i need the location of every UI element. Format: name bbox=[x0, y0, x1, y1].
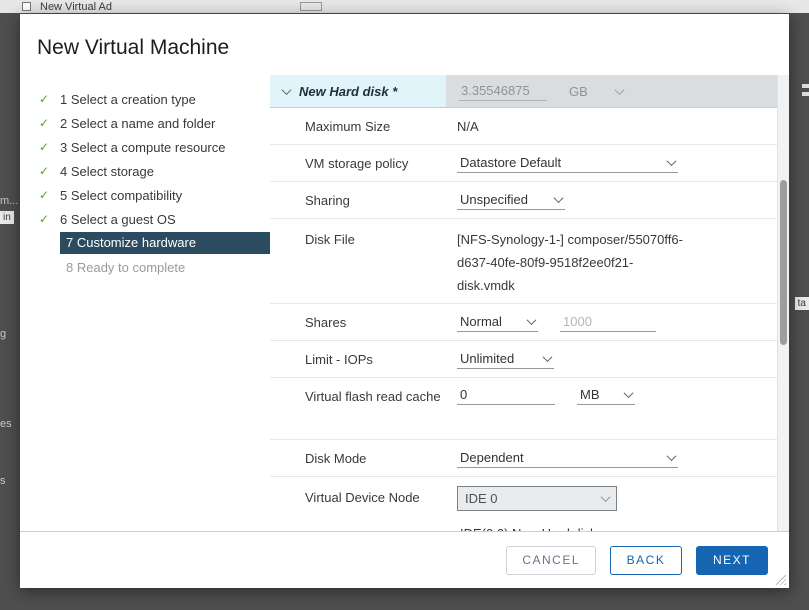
disk-file-value: [NFS-Synology-1-] composer/55070ff6-d637… bbox=[457, 228, 685, 297]
step-customize-hardware[interactable]: 7 Customize hardware bbox=[36, 231, 270, 255]
step-ready-to-complete[interactable]: 8 Ready to complete bbox=[36, 255, 270, 279]
field-label: Shares bbox=[270, 311, 457, 334]
vfrc-unit-select[interactable]: MB bbox=[577, 385, 635, 405]
checkbox-icon bbox=[22, 2, 31, 11]
chevron-down-icon bbox=[624, 388, 634, 398]
check-icon: ✓ bbox=[36, 140, 60, 154]
row-virtual-device-node: Virtual Device Node IDE 0 IDE(0:0) New H… bbox=[270, 477, 777, 531]
row-virtual-flash-read-cache: Virtual flash read cache MB bbox=[270, 378, 777, 440]
background-fragment: es bbox=[0, 418, 12, 430]
chevron-down-icon bbox=[527, 315, 537, 325]
select-value: MB bbox=[580, 387, 600, 402]
background-fragment: in bbox=[0, 211, 14, 224]
check-icon: ✓ bbox=[36, 164, 60, 178]
select-value: IDE(0:0) New Hard disk bbox=[460, 526, 597, 531]
field-label: Disk Mode bbox=[270, 447, 457, 470]
shares-select[interactable]: Normal bbox=[457, 312, 538, 332]
field-label: Maximum Size bbox=[270, 115, 457, 138]
step-label: 3 Select a compute resource bbox=[60, 140, 225, 155]
chevron-down-icon bbox=[667, 156, 677, 166]
hardware-form: New Hard disk * GB Maximum Size bbox=[270, 75, 789, 531]
select-value: Dependent bbox=[460, 450, 524, 465]
row-limit-iops: Limit - IOPs Unlimited bbox=[270, 341, 777, 378]
current-step-label: 7 Customize hardware bbox=[60, 232, 270, 254]
step-select-compatibility[interactable]: ✓ 5 Select compatibility bbox=[36, 183, 270, 207]
disk-size-unit-select: GB bbox=[567, 82, 625, 101]
step-label: 6 Select a guest OS bbox=[60, 212, 176, 227]
select-value: Unspecified bbox=[460, 192, 528, 207]
maximum-size-value: N/A bbox=[457, 119, 479, 134]
field-label: Disk File bbox=[270, 228, 457, 251]
background-fragment: g bbox=[0, 328, 6, 340]
disk-size-input bbox=[459, 81, 547, 101]
background-fragment: New Virtual Ad bbox=[40, 1, 112, 13]
check-icon: ✓ bbox=[36, 212, 60, 226]
row-vm-storage-policy: VM storage policy Datastore Default bbox=[270, 145, 777, 182]
background-fragment: m... bbox=[0, 195, 18, 207]
page-title: New Virtual Machine bbox=[20, 14, 789, 75]
vfrc-size-input[interactable] bbox=[457, 385, 555, 405]
select-value: Datastore Default bbox=[460, 155, 561, 170]
step-label: 4 Select storage bbox=[60, 164, 154, 179]
step-label: 1 Select a creation type bbox=[60, 92, 196, 107]
field-label: Virtual Device Node bbox=[270, 486, 457, 509]
row-sharing: Sharing Unspecified bbox=[270, 182, 777, 219]
screen: New Virtual Ad m... in g es s ta New Vir… bbox=[0, 0, 809, 610]
unit-value: GB bbox=[569, 84, 588, 99]
row-maximum-size: Maximum Size N/A bbox=[270, 108, 777, 145]
scrollbar-thumb[interactable] bbox=[780, 180, 787, 345]
step-label: 5 Select compatibility bbox=[60, 188, 182, 203]
step-select-name-folder[interactable]: ✓ 2 Select a name and folder bbox=[36, 111, 270, 135]
device-name: New Hard disk * bbox=[299, 84, 397, 99]
chevron-down-icon bbox=[543, 352, 553, 362]
chevron-down-icon bbox=[601, 492, 611, 502]
background-fragment-sliver bbox=[802, 84, 809, 88]
chevron-down-icon bbox=[282, 85, 292, 95]
field-label: Limit - IOPs bbox=[270, 348, 457, 371]
back-button[interactable]: BACK bbox=[610, 546, 682, 575]
field-label: Sharing bbox=[270, 189, 457, 212]
chevron-down-icon bbox=[667, 451, 677, 461]
check-icon: ✓ bbox=[36, 188, 60, 202]
chevron-down-icon bbox=[618, 527, 628, 531]
wizard-steps: ✓ 1 Select a creation type ✓ 2 Select a … bbox=[20, 75, 270, 531]
sharing-select[interactable]: Unspecified bbox=[457, 190, 565, 210]
row-disk-mode: Disk Mode Dependent bbox=[270, 440, 777, 477]
virtual-device-node-select: IDE 0 bbox=[457, 486, 617, 511]
background-fragment: ta bbox=[795, 297, 809, 310]
row-disk-file: Disk File [NFS-Synology-1-] composer/550… bbox=[270, 219, 777, 304]
select-value: IDE 0 bbox=[465, 491, 498, 506]
disk-mode-select[interactable]: Dependent bbox=[457, 448, 678, 468]
device-node-position-select[interactable]: IDE(0:0) New Hard disk bbox=[457, 524, 629, 531]
step-label: 2 Select a name and folder bbox=[60, 116, 215, 131]
field-label: VM storage policy bbox=[270, 152, 457, 175]
step-select-compute-resource[interactable]: ✓ 3 Select a compute resource bbox=[36, 135, 270, 159]
shares-value-input[interactable] bbox=[560, 312, 656, 332]
step-select-creation-type[interactable]: ✓ 1 Select a creation type bbox=[36, 87, 270, 111]
check-icon: ✓ bbox=[36, 92, 60, 106]
limit-iops-select[interactable]: Unlimited bbox=[457, 349, 554, 369]
select-value: Normal bbox=[460, 314, 502, 329]
dialog-footer: CANCEL BACK NEXT bbox=[20, 531, 789, 588]
cancel-button[interactable]: CANCEL bbox=[506, 546, 596, 575]
step-select-storage[interactable]: ✓ 4 Select storage bbox=[36, 159, 270, 183]
background-fragment-box bbox=[300, 2, 322, 11]
scrollbar-track[interactable] bbox=[777, 75, 789, 531]
next-button[interactable]: NEXT bbox=[696, 546, 768, 575]
select-value: Unlimited bbox=[460, 351, 514, 366]
new-vm-dialog: New Virtual Machine ✓ 1 Select a creatio… bbox=[20, 14, 789, 588]
background-fragment-sliver bbox=[802, 92, 809, 96]
chevron-down-icon bbox=[615, 85, 625, 95]
device-header-row: New Hard disk * GB bbox=[270, 75, 777, 108]
device-expander[interactable]: New Hard disk * bbox=[270, 75, 446, 107]
background-toolbar: New Virtual Ad bbox=[0, 0, 809, 13]
chevron-down-icon bbox=[554, 193, 564, 203]
field-label: Virtual flash read cache bbox=[270, 385, 457, 408]
step-label: 8 Ready to complete bbox=[66, 260, 185, 275]
background-fragment: s bbox=[0, 475, 6, 487]
step-select-guest-os[interactable]: ✓ 6 Select a guest OS bbox=[36, 207, 270, 231]
row-shares: Shares Normal bbox=[270, 304, 777, 341]
vm-storage-policy-select[interactable]: Datastore Default bbox=[457, 153, 678, 173]
check-icon: ✓ bbox=[36, 116, 60, 130]
